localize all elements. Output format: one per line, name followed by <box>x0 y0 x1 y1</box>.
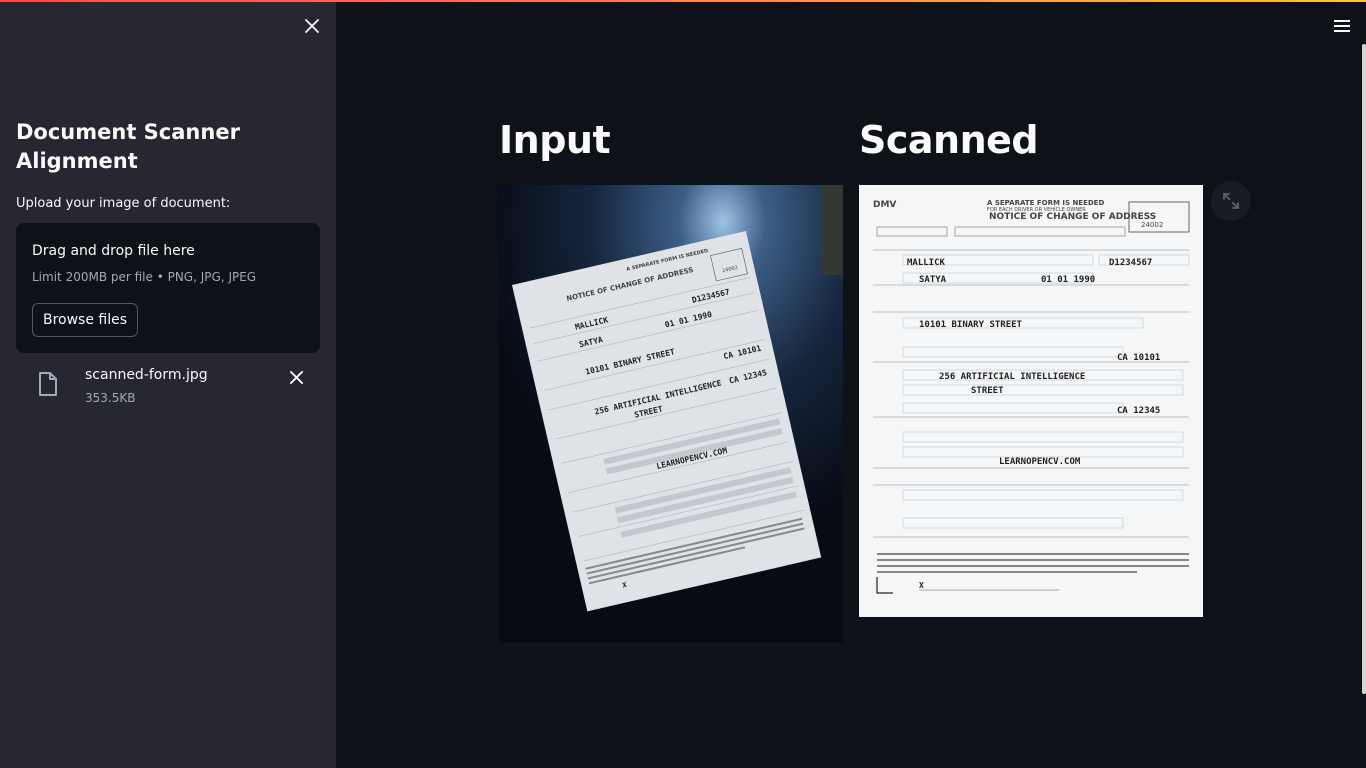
main-menu-button[interactable] <box>1330 14 1354 38</box>
file-dropzone[interactable]: Drag and drop file here Limit 200MB per … <box>16 223 320 353</box>
svg-text:24002: 24002 <box>1141 221 1163 229</box>
top-decoration-bar <box>0 0 1366 2</box>
sidebar-close-button[interactable] <box>300 14 324 38</box>
upload-label: Upload your image of document: <box>16 196 231 211</box>
svg-text:MALLICK: MALLICK <box>907 258 946 268</box>
svg-text:D1234567: D1234567 <box>1109 258 1152 268</box>
file-icon <box>38 372 58 400</box>
sidebar-title: Document Scanner Alignment <box>16 120 240 173</box>
dropzone-title: Drag and drop file here <box>32 243 195 259</box>
main-scrollbar[interactable] <box>1362 44 1366 694</box>
uploaded-file-name: scanned-form.jpg <box>85 367 208 383</box>
svg-text:CA 12345: CA 12345 <box>1117 406 1160 416</box>
fullscreen-icon <box>1223 193 1239 209</box>
remove-file-button[interactable] <box>284 365 308 389</box>
scanned-image: A SEPARATE FORM IS NEEDED FOR EACH DRIVE… <box>859 185 1203 617</box>
scanned-form-title: NOTICE OF CHANGE OF ADDRESS <box>989 212 1156 222</box>
dropzone-limits: Limit 200MB per file • PNG, JPG, JPEG <box>32 270 257 284</box>
scanned-heading: Scanned <box>859 118 1039 162</box>
sidebar: Document Scanner Alignment Upload your i… <box>0 0 336 768</box>
browse-files-button[interactable]: Browse files <box>32 303 138 337</box>
uploaded-file-size: 353.5KB <box>85 391 136 405</box>
fullscreen-button[interactable] <box>1211 181 1251 221</box>
scanned-form-header: A SEPARATE FORM IS NEEDED <box>987 199 1104 207</box>
svg-text:01 01 1990: 01 01 1990 <box>1041 275 1095 285</box>
close-icon <box>305 19 319 33</box>
svg-text:DMV: DMV <box>873 200 896 210</box>
close-icon <box>289 370 303 384</box>
svg-text:10101 BINARY STREET: 10101 BINARY STREET <box>919 320 1023 330</box>
hamburger-menu-icon <box>1334 20 1350 32</box>
input-image: A SEPARATE FORM IS NEEDED NOTICE OF CHAN… <box>499 185 843 643</box>
uploaded-file-item: scanned-form.jpg 353.5KB <box>16 362 320 412</box>
svg-text:SATYA: SATYA <box>919 275 947 285</box>
svg-text:X: X <box>919 581 924 590</box>
svg-text:LEARNOPENCV.COM: LEARNOPENCV.COM <box>999 457 1081 467</box>
input-heading: Input <box>499 118 611 162</box>
svg-text:256 ARTIFICIAL INTELLIGENCE: 256 ARTIFICIAL INTELLIGENCE <box>939 372 1085 382</box>
svg-text:CA 10101: CA 10101 <box>1117 353 1160 363</box>
svg-text:STREET: STREET <box>971 386 1004 396</box>
